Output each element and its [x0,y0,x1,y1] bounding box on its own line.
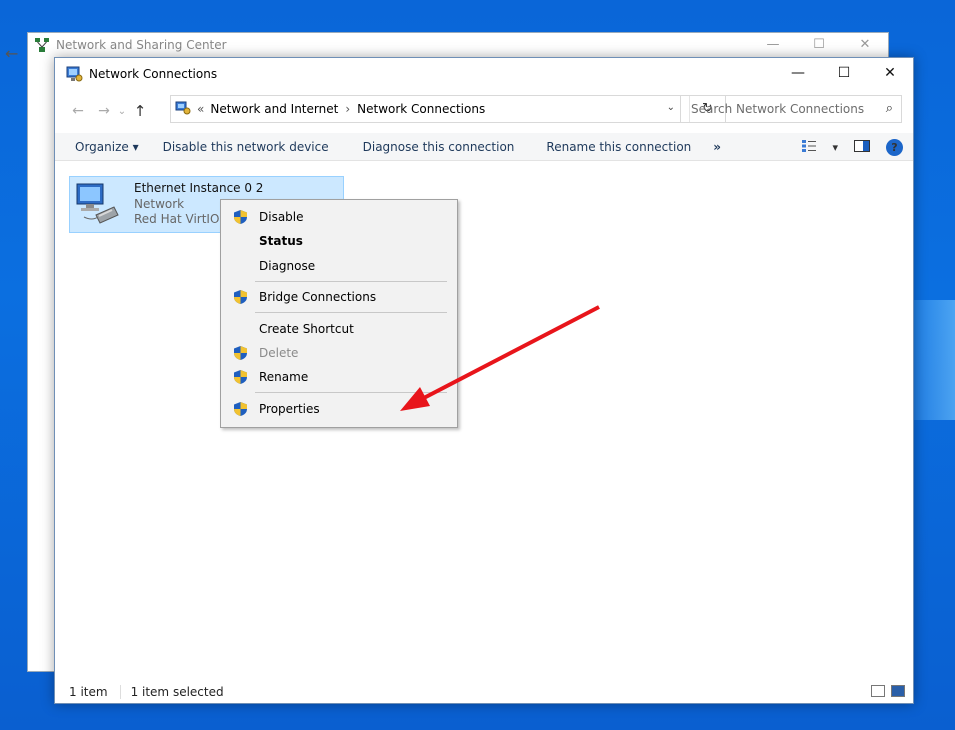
menu-separator [255,392,447,393]
breadcrumb-separator-icon[interactable]: › [345,102,350,116]
maximize-button[interactable]: ☐ [821,58,867,89]
help-icon[interactable]: ? [886,138,903,156]
connection-device: Red Hat VirtIO [134,212,220,226]
command-bar: Organize ▾ Disable this network device D… [55,133,913,161]
connection-name: Ethernet Instance 0 2 [134,181,264,195]
context-menu: Disable Status Diagnose Bridge Connectio… [220,199,458,428]
breadcrumb-network-connections[interactable]: Network Connections [357,102,485,116]
uac-shield-icon [233,401,248,417]
menu-item-label: Rename [259,370,309,384]
change-view-icon[interactable] [802,139,817,155]
disable-device-button[interactable]: Disable this network device [139,140,329,154]
search-placeholder: Search Network Connections [691,102,865,116]
uac-shield-icon [233,289,248,305]
large-icons-view-icon[interactable] [891,685,905,697]
view-dropdown-icon[interactable]: ▾ [832,141,838,154]
menu-item-label: Properties [259,402,320,416]
more-commands-button[interactable]: » [691,140,721,154]
uac-shield-icon [233,345,248,361]
uac-shield-icon [233,369,248,385]
menu-item-label: Delete [259,346,299,360]
menu-item-diagnose[interactable]: Diagnose [221,255,457,277]
menu-item-label: Disable [259,210,304,224]
menu-item-status[interactable]: Status [221,230,457,252]
menu-item-disable[interactable]: Disable [221,206,457,228]
ethernet-adapter-icon [74,181,120,225]
diagnose-connection-button[interactable]: Diagnose this connection [329,140,515,154]
breadcrumb-overflow[interactable]: « [197,102,204,116]
menu-item-label: Create Shortcut [259,322,354,336]
search-input[interactable]: Search Network Connections ⌕ [680,95,902,123]
minimize-button[interactable]: — [775,58,821,89]
menu-item-label: Bridge Connections [259,290,377,304]
network-center-icon [34,37,50,53]
menu-item-create-shortcut[interactable]: Create Shortcut [221,318,457,340]
details-view-icon[interactable] [871,685,885,697]
back-window-back-arrow-icon[interactable]: ← [5,44,18,63]
network-connections-window[interactable]: Network Connections — ☐ ✕ ← → ⌄ ↑ « Netw… [54,57,914,704]
address-bar[interactable]: « Network and Internet › Network Connect… [170,95,726,123]
menu-item-delete: Delete [221,342,457,364]
address-network-icon [175,100,191,119]
menu-item-bridge-connections[interactable]: Bridge Connections [221,286,457,308]
menu-item-label: Status [259,234,303,248]
back-close-button[interactable]: ✕ [842,33,888,57]
rename-connection-button[interactable]: Rename this connection [514,140,691,154]
forward-button[interactable]: → [93,103,115,119]
network-connections-icon [65,65,83,83]
organize-button[interactable]: Organize ▾ [55,140,139,154]
menu-separator [255,312,447,313]
close-button[interactable]: ✕ [867,58,913,89]
up-button[interactable]: ↑ [129,102,151,120]
menu-item-label: Diagnose [259,259,316,273]
menu-separator [255,281,447,282]
search-icon[interactable]: ⌕ [886,101,893,116]
item-count: 1 item [55,685,121,699]
preview-pane-icon[interactable] [854,139,870,155]
status-bar: 1 item 1 item selected [55,681,913,703]
connection-status: Network [134,197,185,211]
menu-item-rename[interactable]: Rename [221,366,457,388]
address-dropdown-icon[interactable]: ⌄ [667,102,675,113]
connections-list[interactable]: Ethernet Instance 0 2 Network Red Hat Vi… [55,170,913,681]
window-title: Network Connections [89,66,218,81]
back-minimize-button[interactable]: — [750,33,796,57]
recent-locations-button[interactable]: ⌄ [115,106,129,117]
menu-item-properties[interactable]: Properties [221,398,457,420]
titlebar[interactable]: Network Connections — ☐ ✕ [55,58,913,89]
back-window-title: Network and Sharing Center [56,38,227,52]
back-button[interactable]: ← [67,103,89,119]
selected-count: 1 item selected [130,685,224,699]
uac-shield-icon [233,209,248,225]
breadcrumb-network-and-internet[interactable]: Network and Internet [210,102,338,116]
address-row: ← → ⌄ ↑ « Network and Internet › Network… [55,89,913,133]
back-maximize-button[interactable]: ☐ [796,33,842,57]
